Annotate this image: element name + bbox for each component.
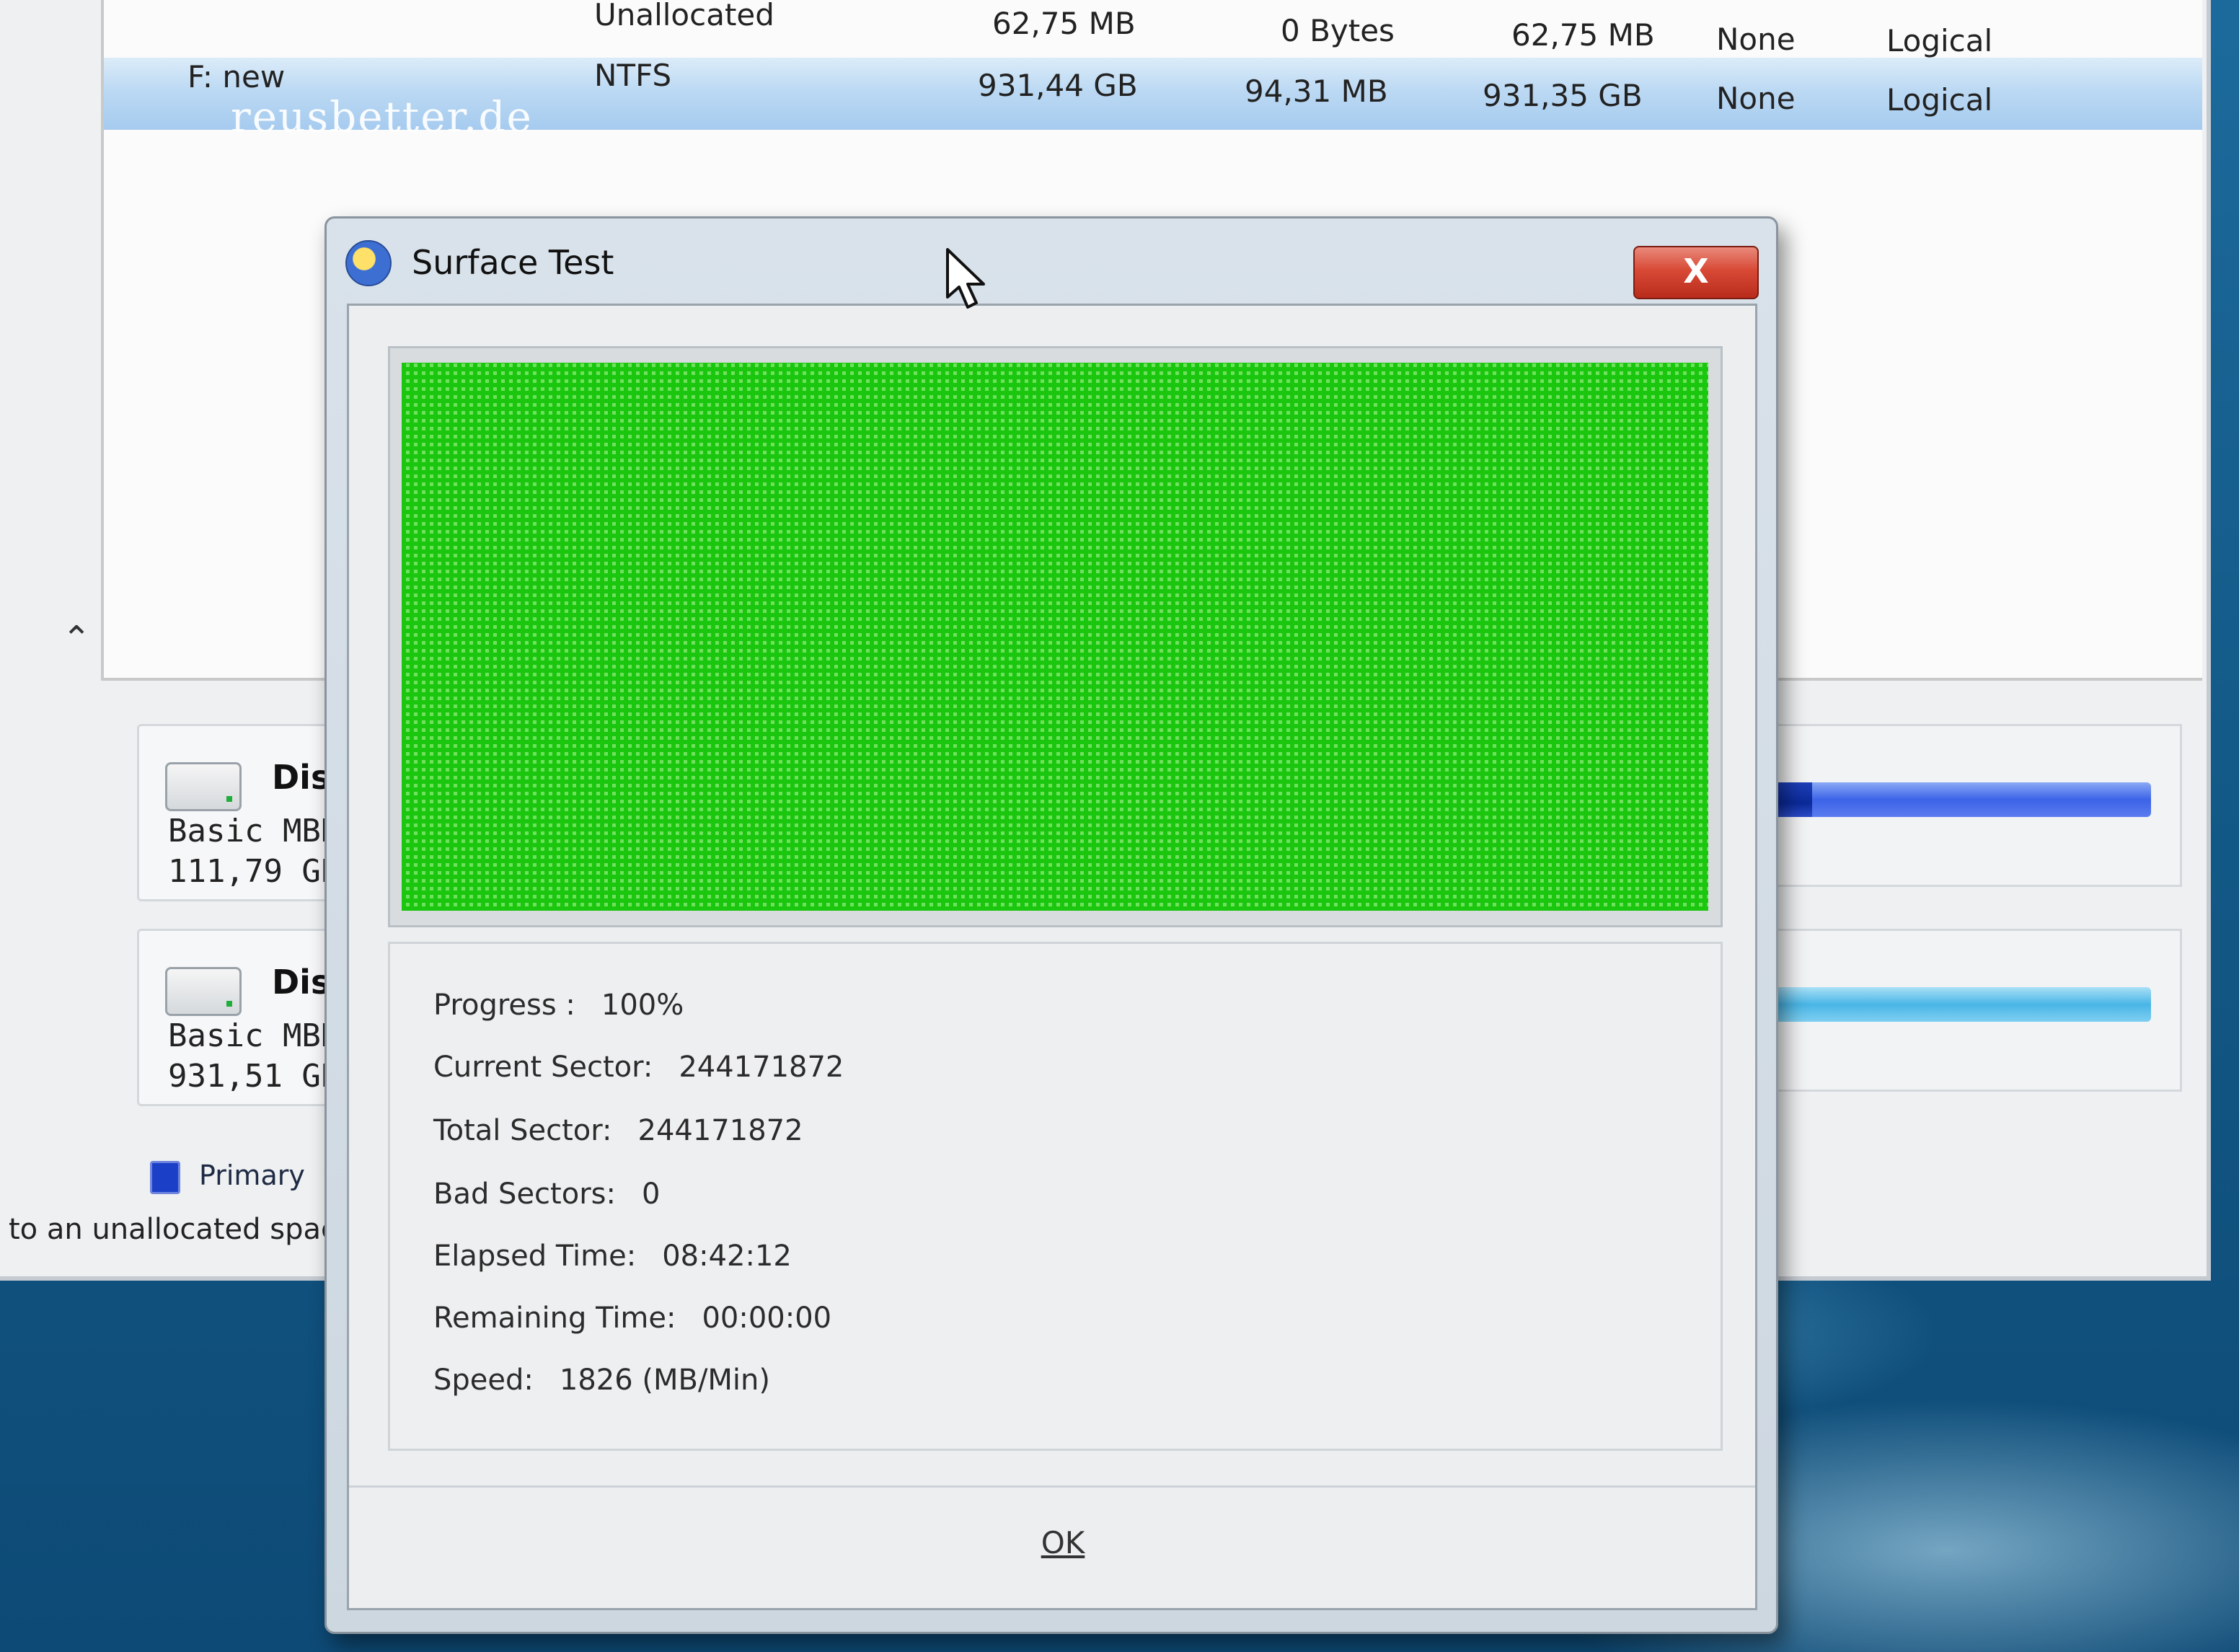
sector-map-grid xyxy=(402,363,1708,911)
cell-filesystem: Unallocated xyxy=(594,0,774,32)
stat-speed: Speed: 1826 (MB/Min) xyxy=(433,1364,770,1397)
stat-value: 244171872 xyxy=(679,1051,844,1084)
cell-type: Logical xyxy=(1886,23,1993,58)
stat-label: Bad Sectors: xyxy=(433,1178,616,1211)
close-button[interactable]: X xyxy=(1633,246,1759,299)
cell-capacity: 62,75 MB xyxy=(992,6,1136,41)
cell-filesystem: NTFS xyxy=(594,58,672,93)
sector-map-panel xyxy=(388,346,1723,927)
primary-swatch-icon xyxy=(150,1161,180,1194)
stat-total-sector: Total Sector: 244171872 xyxy=(433,1114,803,1147)
cell-capacity: 931,44 GB xyxy=(978,68,1138,103)
cell-unused: 931,35 GB xyxy=(1483,78,1643,113)
stat-elapsed-time: Elapsed Time: 08:42:12 xyxy=(433,1240,792,1273)
cell-used: 94,31 MB xyxy=(1245,74,1388,109)
cell-flag: None xyxy=(1716,81,1796,116)
stat-label: Progress : xyxy=(433,989,575,1022)
stat-label: Remaining Time: xyxy=(433,1302,676,1335)
disk-type: Basic MBR xyxy=(168,1017,340,1054)
stat-value: 1826 (MB/Min) xyxy=(559,1364,771,1397)
hard-disk-icon xyxy=(165,762,242,811)
stat-value: 244171872 xyxy=(637,1114,803,1147)
stat-label: Current Sector: xyxy=(433,1051,653,1084)
stat-bad-sectors: Bad Sectors: 0 xyxy=(433,1178,660,1211)
dialog-title: Surface Test xyxy=(412,243,614,282)
stat-value: 08:42:12 xyxy=(662,1240,792,1273)
disk-size: 931,51 GB xyxy=(168,1058,340,1095)
disk-wizard-icon xyxy=(345,240,392,286)
disk-map-panel xyxy=(1759,929,2182,1092)
dialog-content: Progress :100% Current Sector: 244171872 … xyxy=(347,304,1757,1610)
cell-partition-name: F: new xyxy=(187,59,286,94)
disk-type: Basic MBR xyxy=(168,813,340,849)
disk-size: 111,79 GB xyxy=(168,853,340,890)
stat-progress: Progress : 100% xyxy=(433,989,684,1022)
cell-used: 0 Bytes xyxy=(1281,13,1395,48)
watermark: reusbetter.de xyxy=(231,92,533,141)
stat-value: 0 xyxy=(641,1178,661,1211)
stat-label: Elapsed Time: xyxy=(433,1240,637,1273)
cell-type: Logical xyxy=(1886,82,1993,118)
partition-usage-bar[interactable] xyxy=(1762,987,2151,1022)
ok-button[interactable]: OK xyxy=(962,1510,1164,1575)
table-row[interactable]: Unallocated 62,75 MB 0 Bytes 62,75 MB No… xyxy=(104,0,2202,61)
stat-current-sector: Current Sector: 244171872 xyxy=(433,1051,844,1084)
status-text: to an unallocated space. xyxy=(9,1213,364,1246)
stat-label: Speed: xyxy=(433,1364,534,1397)
surface-test-dialog: Surface Test X Progress : 100% Current Se… xyxy=(324,216,1778,1634)
partition-usage-bar[interactable] xyxy=(1762,782,2151,817)
stat-value: 100% xyxy=(601,989,684,1022)
disk-map-panel xyxy=(1759,724,2182,887)
stats-panel: Progress :100% Current Sector: 244171872 … xyxy=(388,942,1723,1451)
cell-unused: 62,75 MB xyxy=(1511,17,1655,53)
legend-primary-label: Primary xyxy=(199,1160,305,1191)
stat-remaining-time: Remaining Time: 00:00:00 xyxy=(433,1302,831,1335)
stat-label: Total Sector: xyxy=(433,1114,612,1147)
cell-flag: None xyxy=(1716,22,1796,57)
divider xyxy=(349,1485,1755,1488)
double-chevron-up-icon[interactable]: ⌃ xyxy=(62,619,91,659)
dialog-titlebar[interactable]: Surface Test X xyxy=(327,218,1776,304)
mouse-pointer-icon xyxy=(946,248,985,309)
hard-disk-icon xyxy=(165,967,242,1016)
stat-value: 00:00:00 xyxy=(702,1302,832,1335)
